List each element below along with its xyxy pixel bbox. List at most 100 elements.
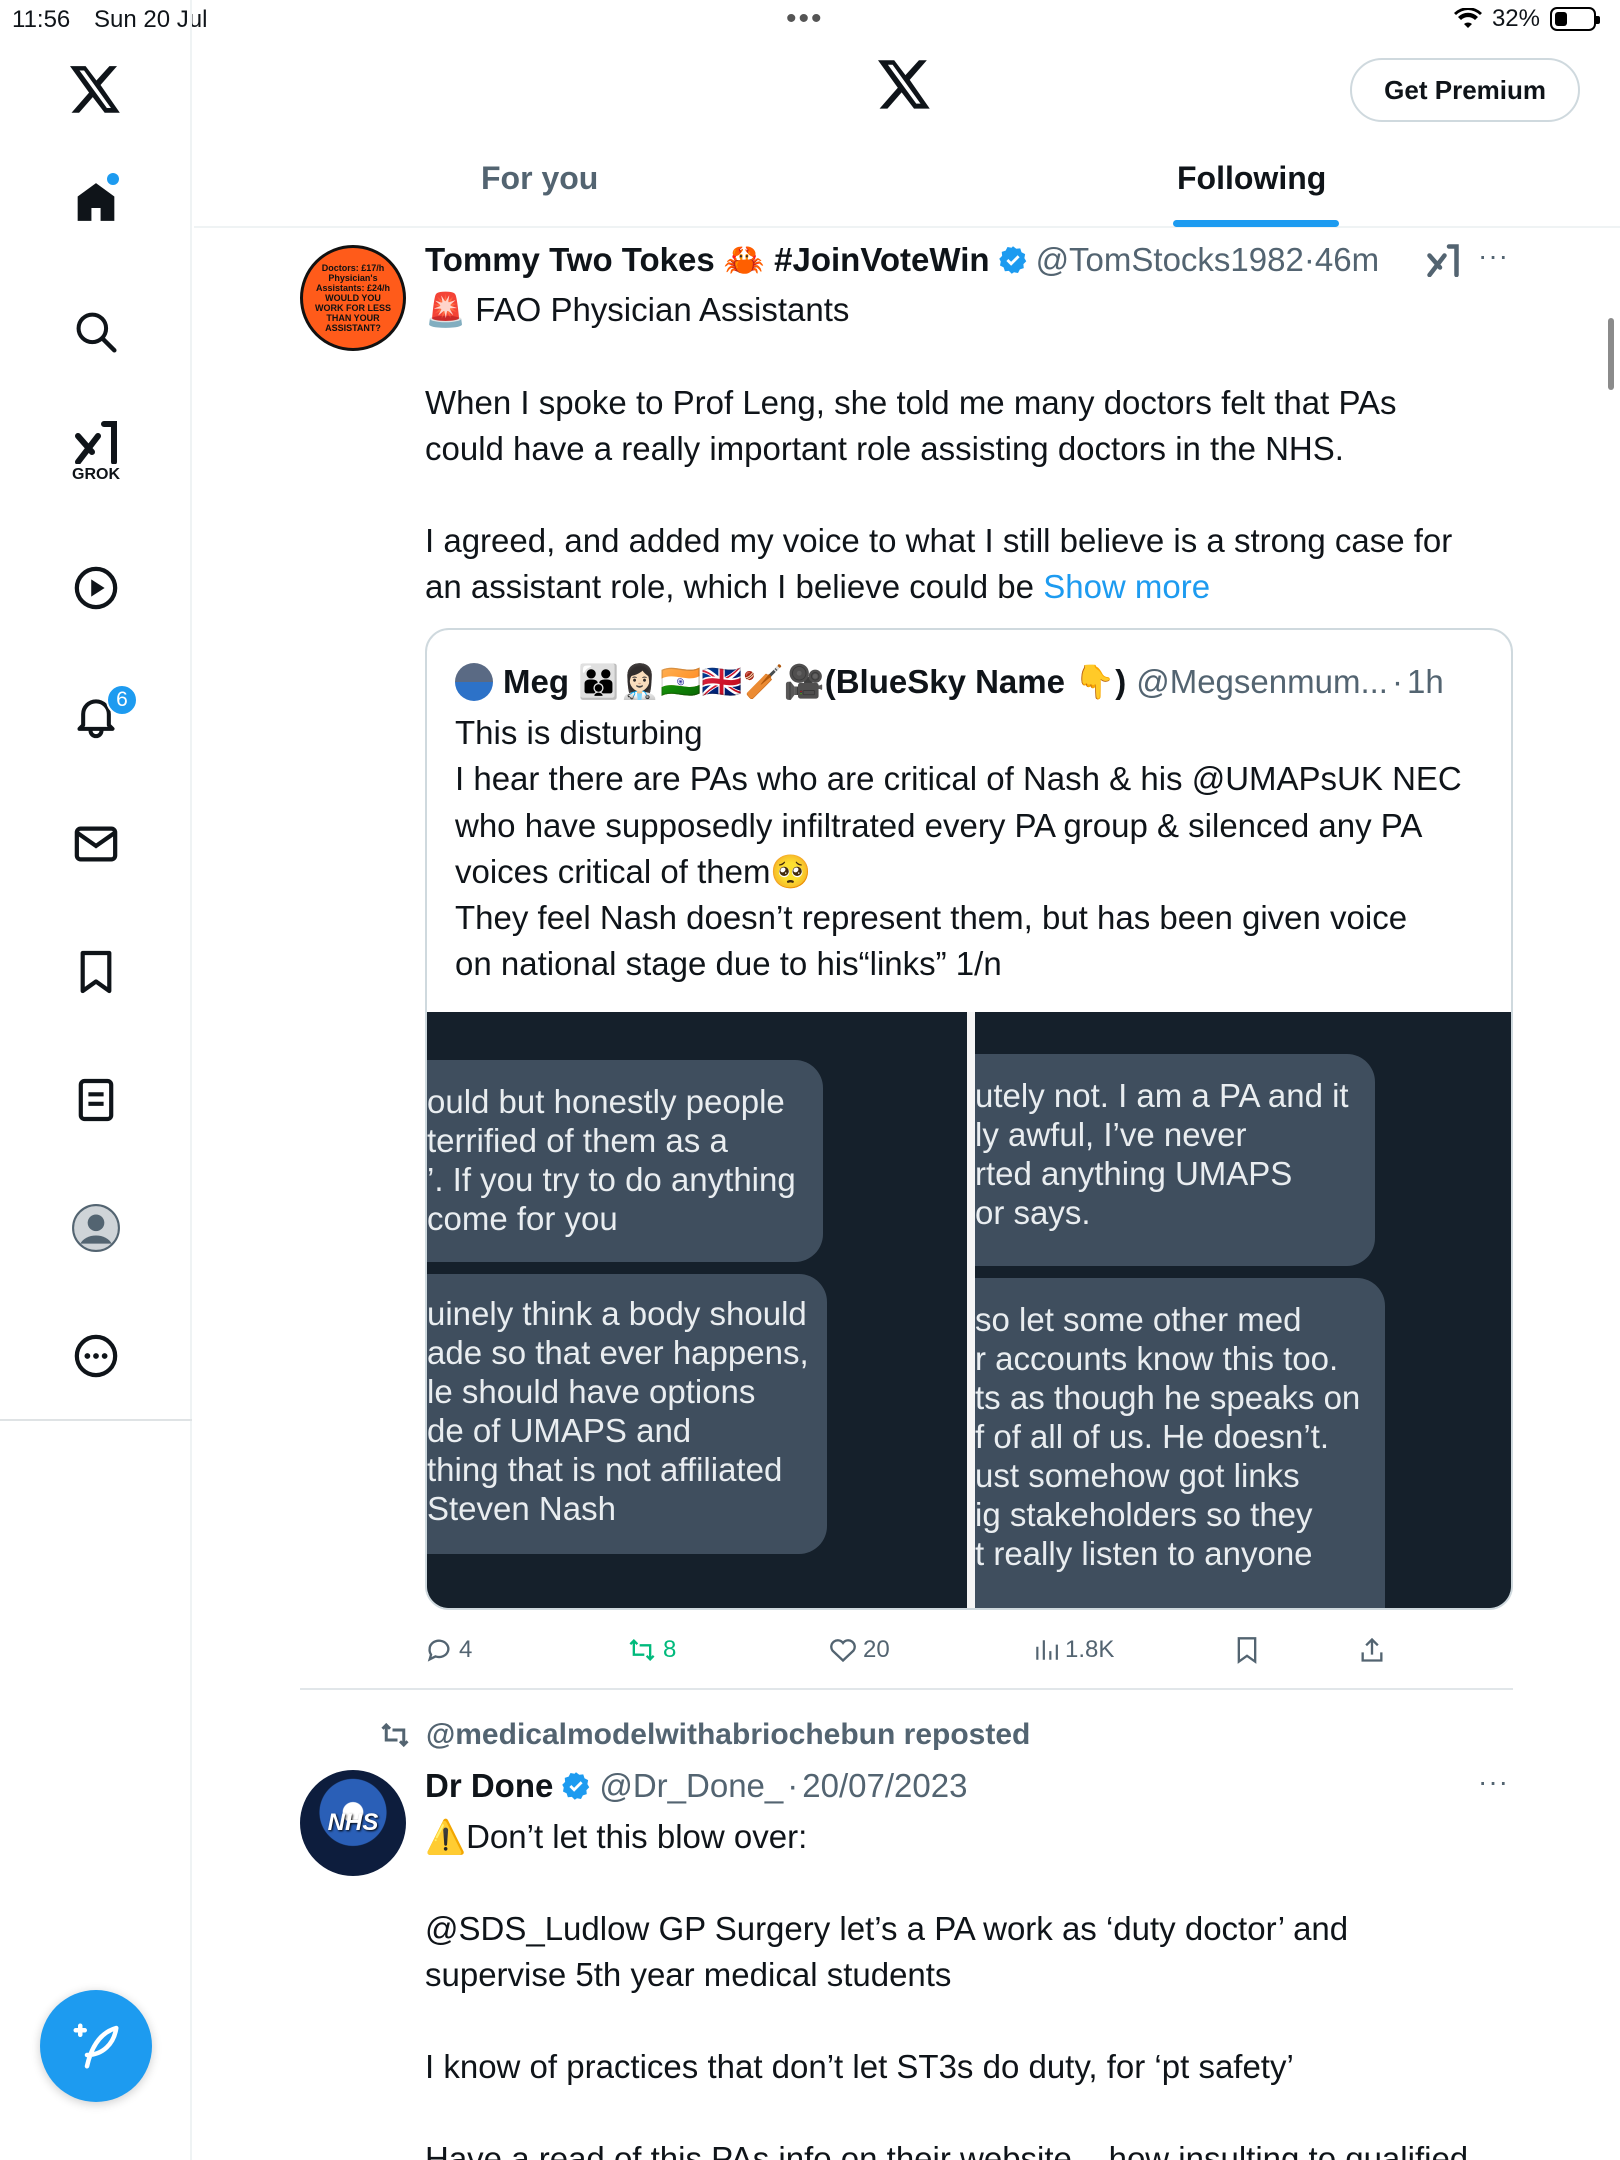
quote-text: This is disturbing I hear there are PAs … bbox=[455, 710, 1462, 988]
scrollbar-thumb[interactable] bbox=[1608, 318, 1614, 390]
tweet-text-fragment: an assistant role, which I believe could… bbox=[425, 568, 1035, 605]
quote-author-name[interactable]: Meg 👪👩🏻‍⚕️🇮🇳🇬🇧🏏🎥(BlueSky Name 👇) bbox=[503, 663, 1126, 702]
sidebar-divider bbox=[0, 1419, 192, 1421]
repost-icon bbox=[629, 1639, 655, 1661]
bubble-line: de of UMAPS and bbox=[427, 1412, 692, 1449]
more-options-icon[interactable] bbox=[64, 1324, 128, 1388]
show-more-link[interactable]: Show more bbox=[1043, 568, 1210, 605]
tweet-time[interactable]: 20/07/2023 bbox=[802, 1767, 967, 1805]
chat-bubble: so let some other med r accounts know th… bbox=[975, 1278, 1385, 1608]
grok-label: GROK bbox=[72, 466, 120, 483]
messages-envelope-icon[interactable] bbox=[64, 812, 128, 876]
bookmark-icon bbox=[1237, 1637, 1257, 1664]
tab-for-you[interactable]: For you bbox=[481, 160, 598, 197]
tweet-author-avatar[interactable]: NHS bbox=[300, 1770, 406, 1876]
like-count: 20 bbox=[863, 1636, 890, 1663]
notifications-badge: 6 bbox=[106, 684, 138, 716]
media-image-left[interactable]: ould but honestly people terrified of th… bbox=[427, 1012, 967, 1608]
lists-icon[interactable] bbox=[64, 1068, 128, 1132]
quote-header: Meg 👪👩🏻‍⚕️🇮🇳🇬🇧🏏🎥(BlueSky Name 👇) @Megsen… bbox=[455, 660, 1444, 704]
x-logo-icon[interactable] bbox=[878, 60, 932, 115]
reply-count: 4 bbox=[459, 1636, 473, 1663]
bookmarks-icon[interactable] bbox=[64, 940, 128, 1004]
quote-text-line: voices critical of them🥺 bbox=[455, 852, 812, 890]
tweet-divider bbox=[300, 1688, 1513, 1690]
home-new-dot bbox=[107, 173, 119, 185]
bubble-line: Steven Nash bbox=[427, 1490, 616, 1527]
profile-avatar-icon[interactable] bbox=[64, 1196, 128, 1260]
bubble-line: ust somehow got links bbox=[975, 1457, 1300, 1494]
avatar-text: Doctors: £17/h Physician's Assistants: £… bbox=[315, 263, 391, 333]
active-tab-indicator bbox=[1173, 220, 1339, 227]
verified-badge-icon bbox=[562, 1772, 590, 1800]
author-handle[interactable]: @TomStocks1982 bbox=[1036, 241, 1304, 279]
reposted-by[interactable]: @medicalmodelwithabriochebun reposted bbox=[426, 1718, 1030, 1752]
bubble-line: ould but honestly people bbox=[427, 1083, 785, 1120]
quote-text-line: on national stage due to his“links” 1/n bbox=[455, 945, 1002, 983]
views-chart-icon bbox=[1036, 1640, 1058, 1660]
bookmark-button[interactable] bbox=[1235, 1636, 1259, 1664]
get-premium-button[interactable]: Get Premium bbox=[1350, 58, 1580, 122]
bubble-line: ig stakeholders so they bbox=[975, 1496, 1313, 1533]
tweet-author-avatar[interactable]: Doctors: £17/h Physician's Assistants: £… bbox=[300, 245, 406, 351]
reply-button[interactable]: 4 bbox=[425, 1636, 472, 1664]
tweet-text-line: I agreed, and added my voice to what I s… bbox=[425, 522, 1453, 559]
x-logo-icon[interactable] bbox=[64, 58, 128, 122]
media-image-right[interactable]: utely not. I am a PA and it ly awful, I’… bbox=[967, 1012, 1511, 1608]
author-name[interactable]: Dr Done bbox=[425, 1767, 553, 1805]
quote-media[interactable]: ould but honestly people terrified of th… bbox=[427, 1012, 1511, 1608]
tweet-text-line: When I spoke to Prof Leng, she told me m… bbox=[425, 384, 1397, 421]
bubble-line: terrified of them as a bbox=[427, 1122, 728, 1159]
sidebar: GROK 6 bbox=[0, 0, 192, 2160]
tweet-more-icon[interactable]: ··· bbox=[1478, 240, 1509, 272]
quote-author-avatar[interactable] bbox=[455, 663, 493, 701]
bubble-line: le should have options bbox=[427, 1373, 756, 1410]
bubble-line: uinely think a body should bbox=[427, 1295, 807, 1332]
compose-post-button[interactable] bbox=[40, 1990, 152, 2102]
dot-separator: · bbox=[1303, 241, 1315, 278]
like-button[interactable]: 20 bbox=[829, 1636, 890, 1664]
timeline-header: Get Premium For you Following bbox=[194, 0, 1620, 228]
search-icon[interactable] bbox=[64, 300, 128, 364]
heart-icon bbox=[830, 1639, 856, 1663]
grok-explain-icon[interactable] bbox=[1425, 243, 1461, 282]
views-count: 1.8K bbox=[1065, 1636, 1115, 1663]
tweet-text-line: Have a read of this PAs info on their we… bbox=[425, 2140, 1469, 2160]
share-button[interactable] bbox=[1358, 1636, 1386, 1664]
bubble-line: ade so that ever happens, bbox=[427, 1334, 809, 1371]
verified-badge-icon bbox=[998, 246, 1026, 274]
tweet-text-line: ⚠️Don’t let this blow over: bbox=[425, 1818, 808, 1855]
reply-icon bbox=[427, 1639, 450, 1662]
author-handle[interactable]: @Dr_Done_ bbox=[599, 1767, 783, 1805]
tab-following[interactable]: Following bbox=[1177, 160, 1326, 197]
views-button[interactable]: 1.8K bbox=[1033, 1636, 1114, 1664]
bubble-line: or says. bbox=[975, 1194, 1091, 1231]
bubble-line: r accounts know this too. bbox=[975, 1340, 1339, 1377]
quoted-tweet-card[interactable]: Meg 👪👩🏻‍⚕️🇮🇳🇬🇧🏏🎥(BlueSky Name 👇) @Megsen… bbox=[425, 628, 1513, 1610]
video-play-icon[interactable] bbox=[64, 556, 128, 620]
tweet-time[interactable]: 46m bbox=[1315, 241, 1379, 279]
bubble-line: ly awful, I’ve never bbox=[975, 1116, 1247, 1153]
share-icon bbox=[1361, 1637, 1383, 1662]
tweet-text-line: an assistant role, which I believe could… bbox=[425, 564, 1210, 610]
grok-icon[interactable]: GROK bbox=[64, 420, 128, 484]
bubble-line: come for you bbox=[427, 1200, 618, 1237]
tweet-more-icon[interactable]: ··· bbox=[1478, 1766, 1509, 1798]
bubble-line: ’. If you try to do anything bbox=[427, 1161, 796, 1198]
tweet-header: Dr Done @Dr_Done_ · 20/07/2023 bbox=[425, 1764, 967, 1808]
chat-bubble: utely not. I am a PA and it ly awful, I’… bbox=[975, 1054, 1375, 1266]
repost-icon bbox=[381, 1722, 409, 1748]
quote-text-line: who have supposedly infiltrated every PA… bbox=[455, 806, 1423, 844]
chat-bubble: ould but honestly people terrified of th… bbox=[427, 1060, 823, 1262]
bubble-line: t really listen to anyone bbox=[975, 1535, 1313, 1572]
bubble-line: so let some other med bbox=[975, 1301, 1302, 1338]
repost-button[interactable]: 8 bbox=[627, 1636, 676, 1664]
quote-time: 1h bbox=[1406, 663, 1444, 700]
bubble-line: rted anything UMAPS bbox=[975, 1155, 1293, 1192]
author-name[interactable]: Tommy Two Tokes 🦀 #JoinVoteWin bbox=[425, 241, 990, 280]
dot-separator: · bbox=[1391, 663, 1403, 700]
tweet-text-line: could have a really important role assis… bbox=[425, 430, 1344, 467]
quote-text-line: I hear there are PAs who are critical of… bbox=[455, 760, 1462, 798]
bubble-line: utely not. I am a PA and it bbox=[975, 1077, 1349, 1114]
quote-author-handle[interactable]: @Megsenmum... bbox=[1136, 663, 1388, 701]
